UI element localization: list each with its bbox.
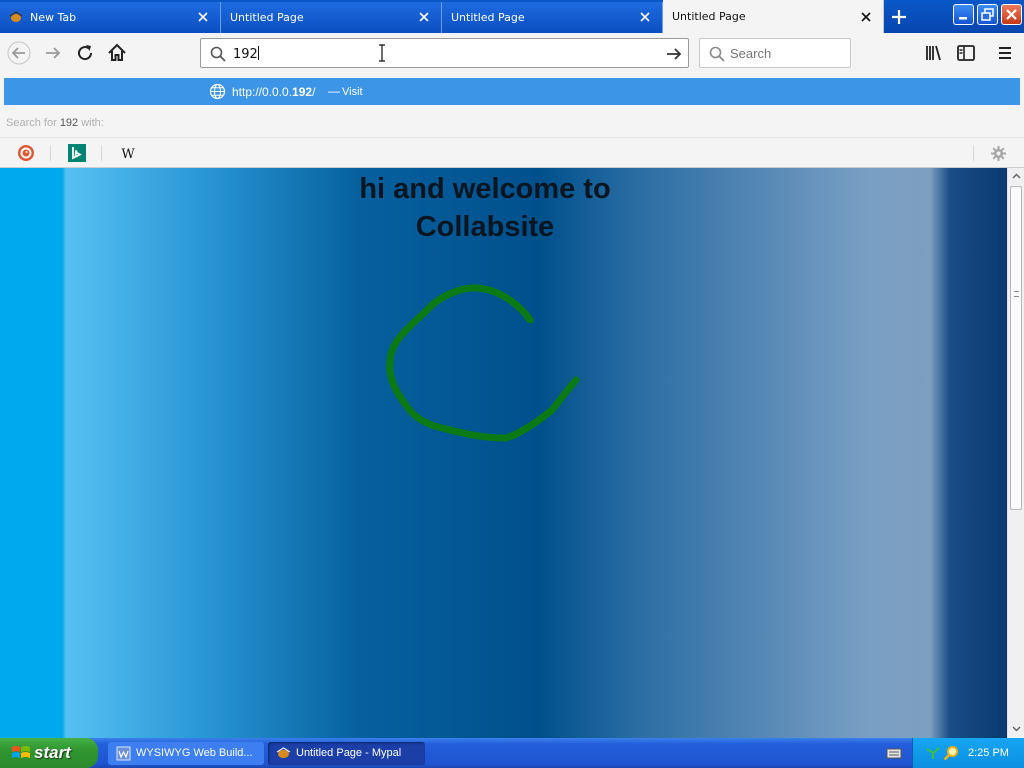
start-label: start <box>34 743 71 762</box>
url-bar[interactable]: 192 <box>200 38 689 68</box>
bing-icon[interactable] <box>68 144 86 162</box>
go-arrow-button[interactable] <box>664 44 684 64</box>
freehand-drawing <box>386 284 580 442</box>
windows-logo-icon <box>12 746 30 758</box>
new-tab-button[interactable] <box>885 4 913 30</box>
tab-label: New Tab <box>30 11 77 24</box>
mypal-icon <box>276 747 291 758</box>
engine-divider <box>101 145 102 161</box>
heading-line-1: hi and welcome to <box>359 173 611 205</box>
tab-label: Untitled Page <box>672 10 746 23</box>
hamburger-menu-icon[interactable] <box>993 41 1017 65</box>
wikipedia-icon[interactable]: W <box>119 144 137 162</box>
taskbar-item-label: WYSIWYG Web Build... <box>136 747 253 759</box>
close-icon <box>1006 9 1017 20</box>
taskbar: start WYSIWYG Web Build... Untitled Page… <box>0 738 1024 768</box>
library-icon[interactable] <box>922 41 946 65</box>
close-tab-icon[interactable] <box>196 10 210 24</box>
scrollbar-grip <box>1014 291 1019 297</box>
tab-untitled-page-active[interactable]: Untitled Page <box>663 0 884 33</box>
url-input[interactable]: 192 <box>233 46 259 62</box>
suggestion-url-prefix: http://0.0.0. <box>232 85 293 99</box>
search-input[interactable] <box>730 46 840 61</box>
tab-strip: New Tab Untitled Page Untitled Page Unti… <box>0 0 1024 33</box>
minimize-icon <box>959 17 967 20</box>
close-tab-icon[interactable] <box>417 10 431 24</box>
start-button[interactable]: start <box>0 738 98 768</box>
search-with-term: 192 <box>59 117 79 129</box>
search-with-prefix: Search for <box>6 117 57 129</box>
url-suggestions-dropdown: http://0.0.0.192/ — Visit Search for 192… <box>0 73 1024 168</box>
taskbar-item-label: Untitled Page - Mypal <box>296 747 402 759</box>
scrollbar-thumb[interactable] <box>1010 186 1022 510</box>
search-icon <box>210 46 226 62</box>
suggestion-url: http://0.0.0.192/ <box>232 85 315 99</box>
scroll-down-icon[interactable] <box>1009 721 1024 736</box>
taskbar-item-wysiwyg[interactable]: WYSIWYG Web Build... <box>108 742 264 765</box>
tab-label: Untitled Page <box>230 11 304 24</box>
reload-button[interactable] <box>73 41 97 65</box>
keyboard-layout-icon[interactable] <box>886 746 902 760</box>
suggestion-url-highlight: 192 <box>292 85 313 99</box>
search-with-label: Search for 192 with: <box>6 117 104 129</box>
wysiwyg-app-icon <box>116 746 131 761</box>
restore-button[interactable] <box>977 4 998 25</box>
search-icon <box>709 46 725 62</box>
page-heading: hi and welcome to Collabsite <box>300 170 670 246</box>
ibeam-cursor-icon <box>379 44 385 62</box>
globe-icon <box>209 83 226 100</box>
search-with-suffix: with: <box>81 117 104 129</box>
back-button[interactable] <box>7 41 31 65</box>
clock: 2:25 PM <box>968 747 1009 759</box>
forward-button[interactable] <box>41 41 65 65</box>
tab-label: Untitled Page <box>451 11 525 24</box>
suggestion-action-label: Visit <box>342 86 363 98</box>
close-tab-icon[interactable] <box>638 10 652 24</box>
engine-divider <box>973 145 974 161</box>
url-text: 192 <box>233 47 258 62</box>
navigation-toolbar: 192 <box>0 33 1024 73</box>
duckduckgo-icon[interactable] <box>17 144 35 162</box>
home-button[interactable] <box>105 41 129 65</box>
taskbar-item-mypal[interactable]: Untitled Page - Mypal <box>268 742 425 765</box>
sidebar-toggle-icon[interactable] <box>954 41 978 65</box>
close-tab-icon[interactable] <box>859 10 873 24</box>
restore-icon <box>981 8 994 21</box>
minimize-button[interactable] <box>953 4 974 25</box>
suggestion-separator: — <box>328 84 340 98</box>
engine-divider <box>50 145 51 161</box>
url-suggestion-visit[interactable]: http://0.0.0.192/ — Visit <box>4 78 1020 105</box>
mypal-icon <box>9 11 23 22</box>
tab-untitled-page-2[interactable]: Untitled Page <box>442 2 663 33</box>
scroll-up-icon[interactable] <box>1009 169 1024 184</box>
suggestion-url-suffix: / <box>312 85 316 99</box>
tab-new-tab[interactable]: New Tab <box>0 2 221 33</box>
gear-icon[interactable] <box>990 145 1007 162</box>
freehand-stroke <box>386 284 580 442</box>
close-window-button[interactable] <box>1001 4 1022 25</box>
wikipedia-glyph: W <box>121 147 135 162</box>
tab-untitled-page-1[interactable]: Untitled Page <box>221 2 442 33</box>
vertical-scrollbar[interactable] <box>1007 168 1024 738</box>
text-caret <box>257 46 259 60</box>
heading-line-2: Collabsite <box>415 211 555 243</box>
network-icon[interactable] <box>925 745 941 761</box>
one-off-search-engines: W <box>0 137 1024 167</box>
page-content: hi and welcome to Collabsite <box>0 168 1007 738</box>
magnifier-icon[interactable] <box>943 745 959 761</box>
search-box[interactable] <box>699 38 851 68</box>
